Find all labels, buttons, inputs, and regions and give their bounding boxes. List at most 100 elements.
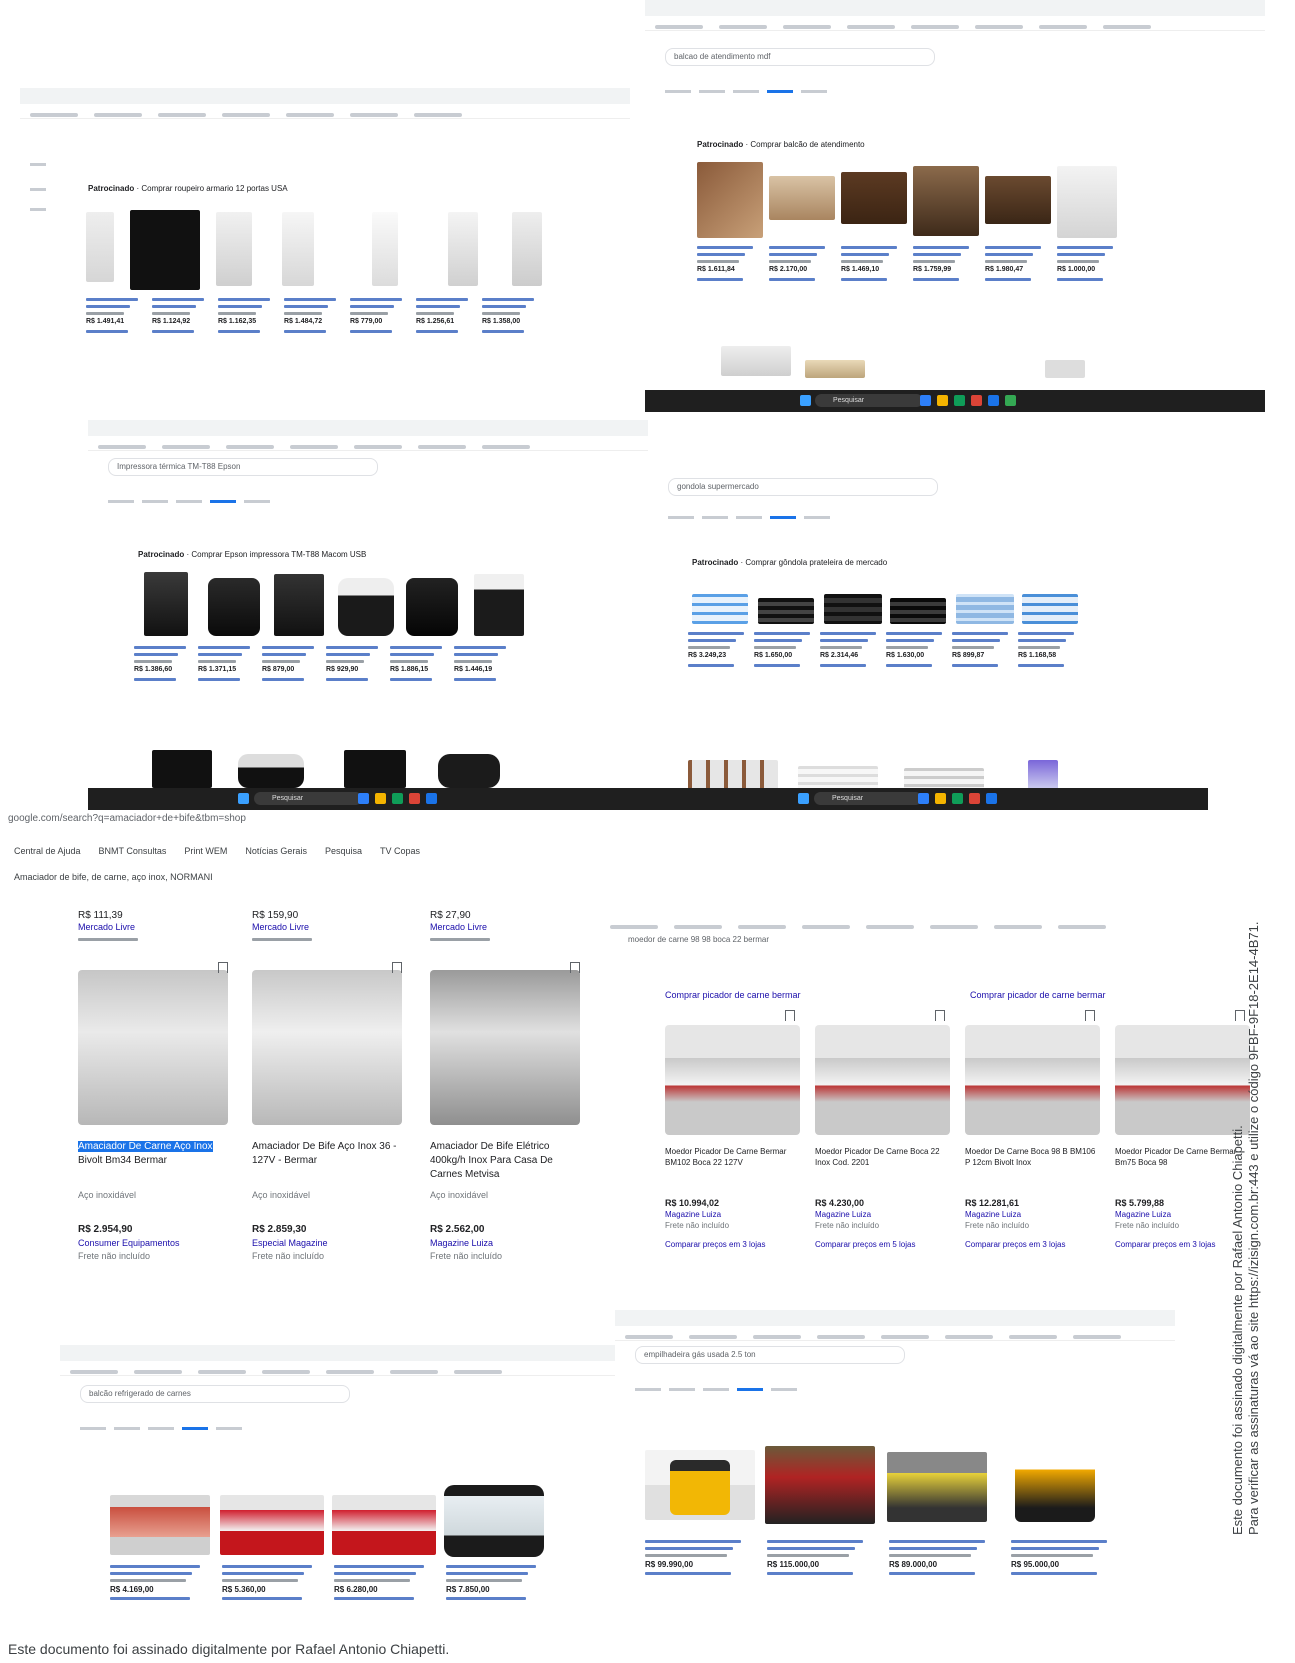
product-image[interactable] — [282, 212, 314, 286]
product-image[interactable] — [430, 970, 580, 1125]
app-icon[interactable] — [988, 395, 999, 406]
product-image[interactable] — [372, 212, 398, 286]
product-image[interactable] — [444, 1485, 544, 1557]
product-seller-line[interactable] — [454, 678, 496, 681]
taskbar-search[interactable]: Pesquisar — [814, 792, 922, 805]
compare-link[interactable]: Comparar preços em 3 lojas — [665, 1240, 765, 1249]
product-seller-line[interactable] — [198, 678, 240, 681]
product-image[interactable] — [815, 1025, 950, 1135]
product-title-line[interactable] — [754, 632, 810, 635]
bookmark-icon[interactable] — [935, 1010, 945, 1021]
product-title-line[interactable] — [284, 305, 328, 308]
product-image[interactable] — [765, 1446, 875, 1524]
search-input[interactable]: Impressora térmica TM-T88 Epson — [108, 458, 378, 476]
product-image[interactable] — [216, 212, 252, 286]
product-image[interactable] — [448, 212, 478, 286]
product-seller-line[interactable] — [218, 330, 260, 333]
product-seller-line[interactable] — [134, 678, 176, 681]
bookmark-item[interactable]: Central de Ajuda — [14, 846, 81, 856]
product-title-line[interactable] — [134, 646, 186, 649]
product-title-line[interactable] — [985, 246, 1041, 249]
product-seller[interactable]: Especial Magazine — [252, 1238, 328, 1248]
product-title-line[interactable] — [688, 632, 744, 635]
bookmark-item[interactable]: TV Copas — [380, 846, 420, 856]
product-title-line[interactable] — [134, 653, 178, 656]
windows-icon[interactable] — [238, 793, 249, 804]
app-icon[interactable] — [920, 395, 931, 406]
product-title-line[interactable] — [262, 653, 306, 656]
product-title-line[interactable] — [886, 639, 934, 642]
search-input[interactable]: balcão refrigerado de carnes — [80, 1385, 350, 1403]
windows-icon[interactable] — [800, 395, 811, 406]
product-title-line[interactable] — [985, 253, 1033, 256]
product-image[interactable] — [78, 970, 228, 1125]
search-input[interactable]: balcao de atendimento mdf — [665, 48, 935, 66]
product-seller-line[interactable] — [767, 1572, 853, 1575]
product-title-line[interactable] — [350, 298, 402, 301]
product-image[interactable] — [692, 594, 748, 624]
product-image[interactable] — [1028, 760, 1058, 790]
product-image[interactable] — [152, 750, 212, 788]
product-seller[interactable]: Consumer Equipamentos — [78, 1238, 180, 1248]
address-bar[interactable]: google.com/search?q=amaciador+de+bife&tb… — [0, 810, 600, 828]
product-title-line[interactable] — [482, 298, 534, 301]
app-icon[interactable] — [426, 793, 437, 804]
product-title-line[interactable] — [952, 639, 1000, 642]
product-title-line[interactable] — [222, 1565, 312, 1568]
product-title-line[interactable] — [769, 253, 817, 256]
product-seller-line[interactable] — [326, 678, 368, 681]
address-bar[interactable] — [88, 420, 648, 437]
product-title-line[interactable] — [86, 298, 138, 301]
product-title-line[interactable] — [754, 639, 802, 642]
product-seller-line[interactable] — [86, 330, 128, 333]
product-title-line[interactable] — [913, 246, 969, 249]
product-image[interactable] — [805, 360, 865, 378]
product-title-line[interactable] — [86, 305, 130, 308]
product-image[interactable] — [887, 1452, 987, 1522]
product-seller-line[interactable] — [820, 664, 866, 667]
product-title-line[interactable] — [1018, 639, 1066, 642]
product-title-line[interactable] — [688, 639, 736, 642]
product-title-line[interactable] — [152, 298, 204, 301]
taskbar-search[interactable]: Pesquisar — [254, 792, 362, 805]
product-title-line[interactable] — [886, 632, 942, 635]
product-seller-line[interactable] — [350, 330, 392, 333]
product-seller-line[interactable] — [416, 330, 458, 333]
bookmark-icon[interactable] — [570, 962, 580, 973]
product-title-line[interactable] — [645, 1540, 741, 1543]
product-image[interactable] — [332, 1495, 436, 1555]
product-title-line[interactable] — [390, 653, 434, 656]
product-title-line[interactable] — [913, 253, 961, 256]
product-seller-line[interactable] — [886, 664, 932, 667]
product-title-line[interactable] — [222, 1572, 304, 1575]
product-seller-line[interactable] — [952, 664, 998, 667]
product-image[interactable] — [670, 1460, 730, 1515]
product-title-line[interactable] — [110, 1565, 200, 1568]
product-image[interactable] — [474, 574, 524, 636]
address-bar[interactable] — [645, 0, 1265, 17]
product-title-line[interactable] — [454, 646, 506, 649]
product-image[interactable] — [438, 754, 500, 788]
product-title-line[interactable] — [350, 305, 394, 308]
product-seller[interactable]: Magazine Luiza — [965, 1210, 1021, 1219]
product-title-line[interactable] — [769, 246, 825, 249]
product-seller-line[interactable] — [222, 1597, 302, 1600]
taskbar-search[interactable]: Pesquisar — [815, 394, 923, 407]
product-title[interactable]: Amaciador De Carne Aço Inox Bivolt Bm34 B… — [78, 1140, 228, 1168]
product-title-line[interactable] — [416, 305, 460, 308]
product-image[interactable] — [406, 578, 458, 636]
windows-icon[interactable] — [798, 793, 809, 804]
product-title-line[interactable] — [446, 1565, 536, 1568]
product-image[interactable] — [890, 598, 946, 624]
app-icon[interactable] — [935, 793, 946, 804]
product-image[interactable] — [1045, 360, 1085, 378]
product-image[interactable] — [220, 1495, 324, 1555]
product-title-line[interactable] — [416, 298, 468, 301]
product-title-line[interactable] — [262, 646, 314, 649]
product-title-line[interactable] — [110, 1572, 192, 1575]
product-image[interactable] — [841, 172, 907, 224]
app-icon[interactable] — [937, 395, 948, 406]
app-icon[interactable] — [952, 793, 963, 804]
product-seller[interactable]: Mercado Livre — [252, 922, 309, 932]
search-input[interactable]: moedor de carne 98 98 boca 22 bermar — [620, 932, 928, 948]
